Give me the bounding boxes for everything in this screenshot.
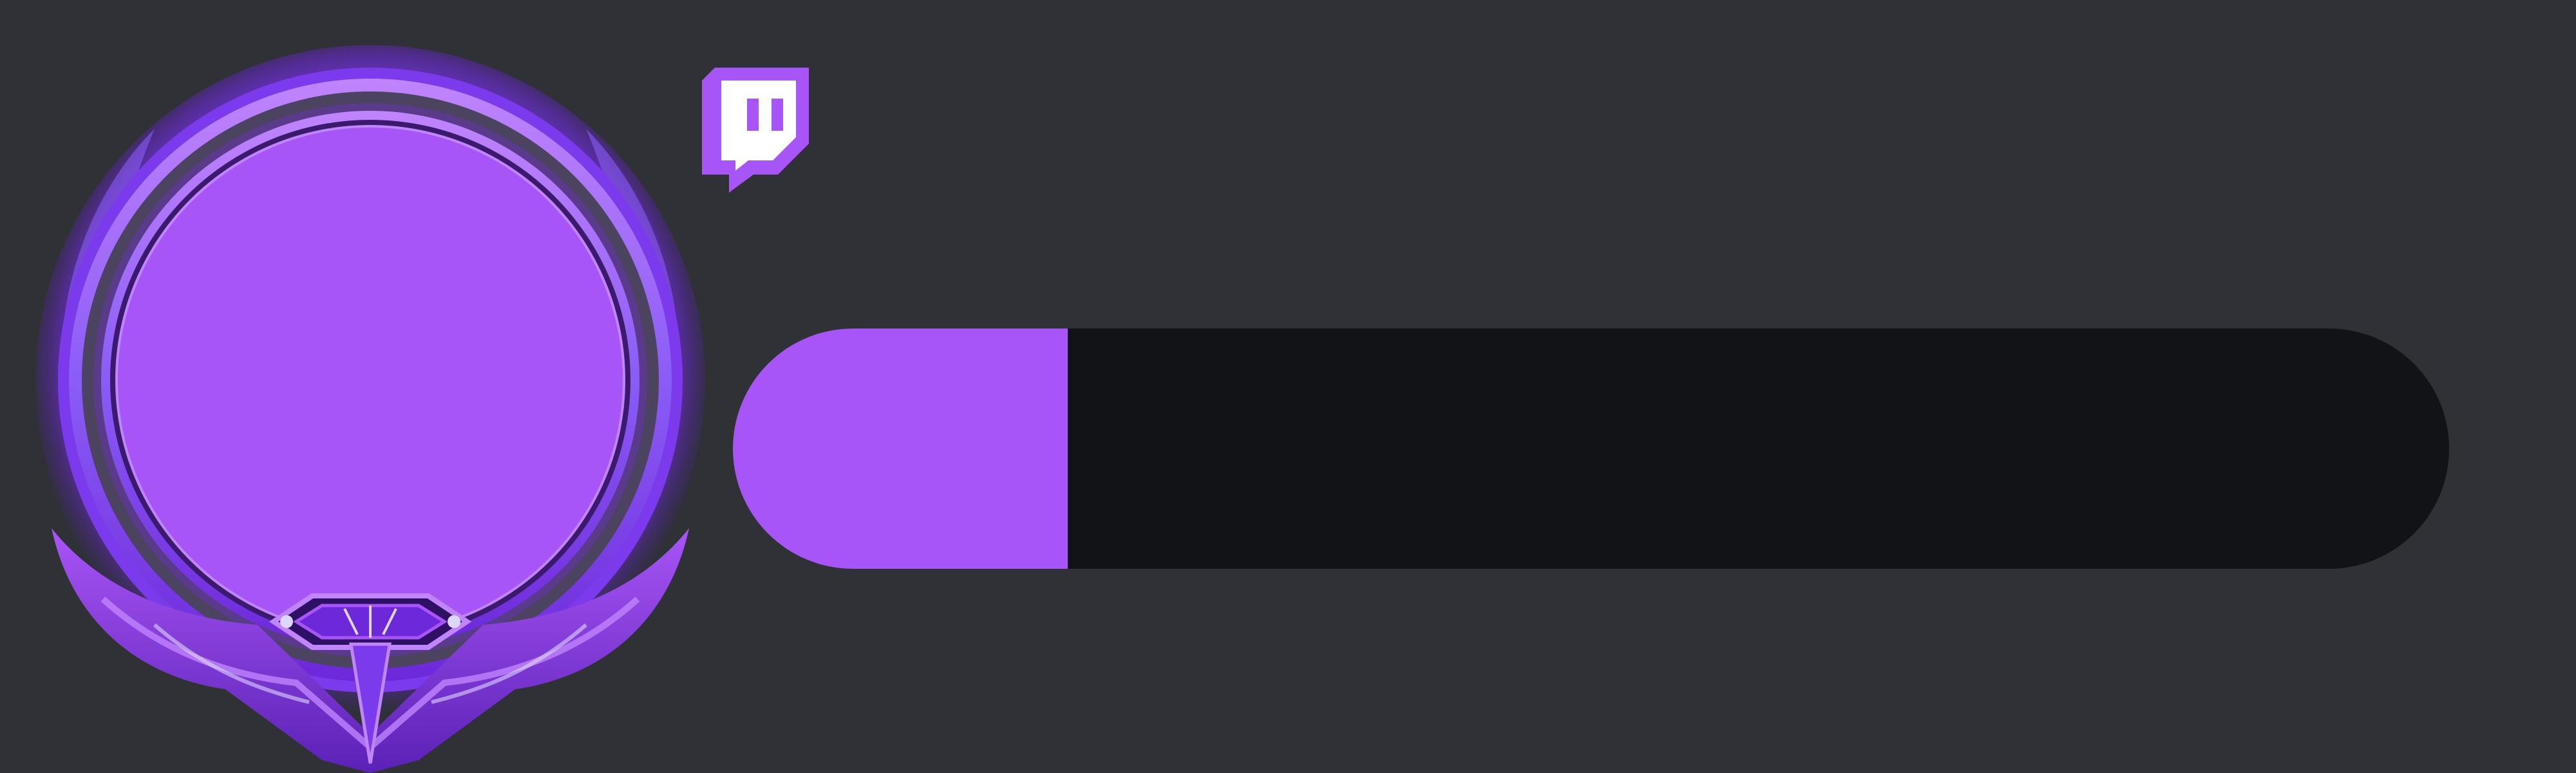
twitch-logo-icon (702, 68, 809, 193)
profile-card (0, 0, 2576, 773)
ornate-avatar-frame-icon (35, 45, 705, 773)
twitch-badge (702, 68, 809, 193)
xp-progress-fill (733, 329, 1068, 569)
profile-frame (26, 39, 721, 773)
xp-progress-bar (733, 329, 2449, 569)
avatar-placeholder (118, 128, 623, 633)
